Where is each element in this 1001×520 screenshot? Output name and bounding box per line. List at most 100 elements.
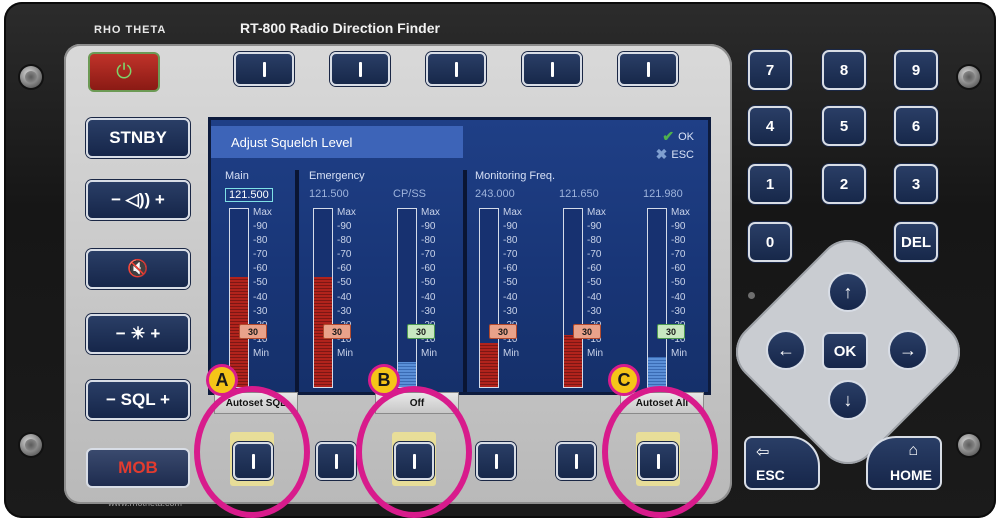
down-arrow-key[interactable]: ↓ (828, 380, 868, 420)
scale-tick-label: -60 (421, 263, 436, 275)
brightness-button[interactable]: − ☀ + (86, 314, 190, 354)
scale-tick-label: -70 (421, 249, 436, 261)
right-arrow-key[interactable]: → (888, 330, 928, 370)
bottom-softkey-5[interactable] (556, 442, 596, 480)
key-3[interactable]: 3 (894, 164, 938, 204)
squelch-meter[interactable] (479, 208, 499, 388)
escape-key[interactable]: ⇦ ESC (744, 436, 820, 490)
signal-level-fill (564, 335, 582, 387)
screw-icon (20, 66, 42, 88)
volume-button[interactable]: − ◁)) + (86, 180, 190, 220)
scale-tick-label: -70 (587, 249, 602, 261)
squelch-threshold-marker[interactable]: 30 (573, 324, 601, 339)
selected-frequency[interactable]: 121.500 (225, 188, 273, 202)
scale-tick-label: -60 (503, 263, 518, 275)
signal-level-fill (648, 356, 666, 387)
scale-tick-label: -60 (587, 263, 602, 275)
group-label-main: Main (225, 170, 249, 182)
bottom-softkey-2[interactable] (316, 442, 356, 480)
back-arrow-icon: ⇦ (756, 444, 770, 461)
power-button[interactable]: ⏻ (88, 52, 160, 92)
scale-tick-label: -50 (337, 277, 352, 289)
signal-level-fill (398, 362, 416, 387)
top-softkey-2[interactable] (330, 52, 390, 86)
key-4[interactable]: 4 (748, 106, 792, 146)
annotation-ellipse-c (602, 386, 718, 518)
squelch-meter[interactable] (397, 208, 417, 388)
annotation-badge-b: B (368, 364, 400, 396)
key-5[interactable]: 5 (822, 106, 866, 146)
up-arrow-key[interactable]: ↑ (828, 272, 868, 312)
brand-logo: RHO THETA (94, 24, 167, 36)
softkey-bar-icon (574, 453, 578, 469)
scale-tick-label: -50 (421, 277, 436, 289)
scale-tick-label: -30 (671, 305, 686, 317)
cross-icon: ✖ (655, 146, 668, 162)
softkey-bar-icon (550, 61, 554, 77)
squelch-threshold-marker[interactable]: 30 (323, 324, 351, 339)
scale-tick-label: -60 (253, 263, 268, 275)
screw-icon (958, 66, 980, 88)
home-key[interactable]: ⌂ HOME (866, 436, 942, 490)
scale-tick-label: -80 (587, 235, 602, 247)
device-frame: RHO THETA RT-800 Radio Direction Finder … (4, 2, 996, 518)
scale-tick-label: -90 (587, 221, 602, 233)
top-softkey-1[interactable] (234, 52, 294, 86)
key-7[interactable]: 7 (748, 50, 792, 90)
scale-tick-label: -90 (671, 221, 686, 233)
squelch-threshold-marker[interactable]: 30 (407, 324, 435, 339)
squelch-meter[interactable] (563, 208, 583, 388)
scale-tick-label: -40 (337, 291, 352, 303)
scale-tick-label: Min (421, 347, 438, 359)
squelch-meter[interactable] (313, 208, 333, 388)
checkmark-icon: ✔ (662, 128, 675, 144)
key-2[interactable]: 2 (822, 164, 866, 204)
delete-key[interactable]: DEL (894, 222, 938, 262)
squelch-threshold-marker[interactable]: 30 (239, 324, 267, 339)
mute-button[interactable]: 🔇 (86, 249, 190, 289)
home-key-label: HOME (890, 467, 932, 483)
scale-tick-label: Max (421, 207, 440, 218)
escape-key-label: ESC (756, 467, 785, 483)
squelch-button[interactable]: − SQL + (86, 380, 190, 420)
softkey-bar-icon (358, 61, 362, 77)
key-6[interactable]: 6 (894, 106, 938, 146)
squelch-meter[interactable] (647, 208, 667, 388)
status-led (748, 292, 755, 299)
scale-tick-label: -70 (671, 249, 686, 261)
scale-tick-label: Max (253, 207, 272, 218)
scale-tick-label: -50 (587, 277, 602, 289)
squelch-threshold-marker[interactable]: 30 (657, 324, 685, 339)
key-1[interactable]: 1 (748, 164, 792, 204)
scale-tick-label: -40 (587, 291, 602, 303)
key-8[interactable]: 8 (822, 50, 866, 90)
screw-icon (20, 434, 42, 456)
scale-tick-label: -40 (503, 291, 518, 303)
scale-tick-label: -50 (253, 277, 268, 289)
scale-tick-label: -90 (337, 221, 352, 233)
squelch-threshold-marker[interactable]: 30 (489, 324, 517, 339)
scale-tick-label: -40 (421, 291, 436, 303)
channel-frequency: 243.000 (475, 188, 515, 200)
channel-frequency: 121.980 (643, 188, 683, 200)
ok-key[interactable]: OK (822, 332, 868, 370)
scale-tick-label: Max (503, 207, 522, 218)
group-label-monitoring: Monitoring Freq. (475, 170, 556, 182)
top-softkey-5[interactable] (618, 52, 678, 86)
key-0[interactable]: 0 (748, 222, 792, 262)
standby-button[interactable]: STNBY (86, 118, 190, 158)
top-softkey-4[interactable] (522, 52, 582, 86)
squelch-meter[interactable] (229, 208, 249, 388)
softkey-bar-icon (646, 61, 650, 77)
scale-tick-label: -30 (421, 305, 436, 317)
key-9[interactable]: 9 (894, 50, 938, 90)
group-divider (463, 170, 467, 392)
left-arrow-key[interactable]: ← (766, 330, 806, 370)
top-softkey-3[interactable] (426, 52, 486, 86)
man-overboard-button[interactable]: MOB (86, 448, 190, 488)
scale-tick-label: Min (503, 347, 520, 359)
bottom-softkey-4[interactable] (476, 442, 516, 480)
scale-tick-label: -80 (337, 235, 352, 247)
scale-tick-label: -70 (253, 249, 268, 261)
scale-tick-label: -40 (253, 291, 268, 303)
